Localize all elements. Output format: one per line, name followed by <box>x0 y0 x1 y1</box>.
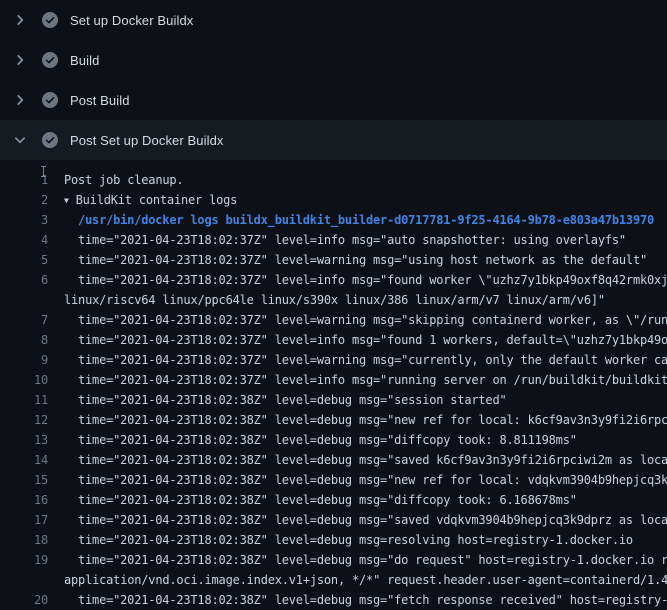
log-line: 20time="2021-04-23T18:02:38Z" level=debu… <box>0 590 667 610</box>
log-text: time="2021-04-23T18:02:38Z" level=debug … <box>48 450 667 470</box>
log-line: 12time="2021-04-23T18:02:38Z" level=debu… <box>0 410 667 430</box>
log-text: time="2021-04-23T18:02:37Z" level=info m… <box>48 230 626 250</box>
log-text: time="2021-04-23T18:02:37Z" level=info m… <box>48 370 667 390</box>
log-line: 7time="2021-04-23T18:02:37Z" level=warni… <box>0 310 667 330</box>
step-title: Post Set up Docker Buildx <box>70 133 224 148</box>
log-text: time="2021-04-23T18:02:38Z" level=debug … <box>48 490 577 510</box>
log-line: 8time="2021-04-23T18:02:37Z" level=info … <box>0 330 667 350</box>
log-line: 9time="2021-04-23T18:02:37Z" level=warni… <box>0 350 667 370</box>
check-circle-icon <box>42 12 58 28</box>
line-number[interactable]: 11 <box>0 390 48 410</box>
log-line: 6time="2021-04-23T18:02:37Z" level=info … <box>0 270 667 290</box>
step-header[interactable]: Post Set up Docker Buildx <box>0 120 667 160</box>
log-text: time="2021-04-23T18:02:38Z" level=debug … <box>48 470 667 490</box>
log-line: 3/usr/bin/docker logs buildx_buildkit_bu… <box>0 210 667 230</box>
line-number[interactable]: 5 <box>0 250 48 270</box>
check-circle-icon <box>42 92 58 108</box>
log-line: 17time="2021-04-23T18:02:38Z" level=debu… <box>0 510 667 530</box>
group-title[interactable]: BuildKit container logs <box>76 193 238 207</box>
line-number[interactable]: 13 <box>0 430 48 450</box>
line-number[interactable]: 8 <box>0 330 48 350</box>
line-number[interactable]: 15 <box>0 470 48 490</box>
line-number[interactable]: 12 <box>0 410 48 430</box>
check-circle-icon <box>42 52 58 68</box>
line-number[interactable]: 19 <box>0 550 48 570</box>
step-header[interactable]: Build <box>0 40 667 80</box>
text-cursor-icon <box>40 166 47 177</box>
log-line: 4time="2021-04-23T18:02:37Z" level=info … <box>0 230 667 250</box>
log-line: 11time="2021-04-23T18:02:38Z" level=debu… <box>0 390 667 410</box>
log-line-continuation: application/vnd.oci.image.index.v1+json,… <box>0 570 667 590</box>
log-text: time="2021-04-23T18:02:38Z" level=debug … <box>48 550 667 570</box>
log-text: linux/riscv64 linux/ppc64le linux/s390x … <box>48 290 605 310</box>
line-number <box>0 290 48 310</box>
log-text: time="2021-04-23T18:02:38Z" level=debug … <box>48 430 577 450</box>
log-line: 5time="2021-04-23T18:02:37Z" level=warni… <box>0 250 667 270</box>
line-number[interactable]: 2 <box>0 190 48 210</box>
step-header[interactable]: Post Build <box>0 80 667 120</box>
step-title: Set up Docker Buildx <box>70 13 193 28</box>
chevron-down-icon[interactable] <box>12 132 28 148</box>
log-line: 2 ▼ BuildKit container logs <box>0 190 667 210</box>
steps-list: Set up Docker Buildx Build Post Build Post … <box>0 0 667 160</box>
log-text: time="2021-04-23T18:02:37Z" level=warnin… <box>48 310 667 330</box>
log-line: 19time="2021-04-23T18:02:38Z" level=debu… <box>0 550 667 570</box>
log-text[interactable]: ▼ BuildKit container logs <box>48 190 237 210</box>
log-text: time="2021-04-23T18:02:37Z" level=warnin… <box>48 350 667 370</box>
log-text: time="2021-04-23T18:02:37Z" level=info m… <box>48 270 667 290</box>
log-line: 16time="2021-04-23T18:02:38Z" level=debu… <box>0 490 667 510</box>
log-text: time="2021-04-23T18:02:37Z" level=warnin… <box>48 250 647 270</box>
log-line: 15time="2021-04-23T18:02:38Z" level=debu… <box>0 470 667 490</box>
line-number <box>0 570 48 590</box>
chevron-right-icon[interactable] <box>12 52 28 68</box>
line-number[interactable]: 9 <box>0 350 48 370</box>
line-number[interactable]: 20 <box>0 590 48 610</box>
line-number[interactable]: 7 <box>0 310 48 330</box>
log-line-continuation: linux/riscv64 linux/ppc64le linux/s390x … <box>0 290 667 310</box>
log-text: time="2021-04-23T18:02:37Z" level=info m… <box>48 330 667 350</box>
step-header[interactable]: Set up Docker Buildx <box>0 0 667 40</box>
log-command-text: /usr/bin/docker logs buildx_buildkit_bui… <box>48 210 654 230</box>
line-number[interactable]: 18 <box>0 530 48 550</box>
log-area: 1Post job cleanup.2 ▼ BuildKit container l… <box>0 160 667 610</box>
line-number[interactable]: 6 <box>0 270 48 290</box>
log-text: application/vnd.oci.image.index.v1+json,… <box>48 570 667 590</box>
chevron-right-icon[interactable] <box>12 92 28 108</box>
check-circle-icon <box>42 132 58 148</box>
line-number[interactable]: 3 <box>0 210 48 230</box>
line-number[interactable]: 10 <box>0 370 48 390</box>
log-text: time="2021-04-23T18:02:38Z" level=debug … <box>48 390 507 410</box>
group-caret-icon[interactable]: ▼ <box>64 191 69 210</box>
log-text: time="2021-04-23T18:02:38Z" level=debug … <box>48 590 667 610</box>
step-title: Build <box>70 53 99 68</box>
log-text: time="2021-04-23T18:02:38Z" level=debug … <box>48 530 633 550</box>
line-number[interactable]: 16 <box>0 490 48 510</box>
log-line: 18time="2021-04-23T18:02:38Z" level=debu… <box>0 530 667 550</box>
chevron-right-icon[interactable] <box>12 12 28 28</box>
log-text: Post job cleanup. <box>48 170 183 190</box>
log-line: 14time="2021-04-23T18:02:38Z" level=debu… <box>0 450 667 470</box>
log-line: 10time="2021-04-23T18:02:37Z" level=info… <box>0 370 667 390</box>
log-text: time="2021-04-23T18:02:38Z" level=debug … <box>48 410 667 430</box>
line-number[interactable]: 14 <box>0 450 48 470</box>
line-number[interactable]: 4 <box>0 230 48 250</box>
log-text: time="2021-04-23T18:02:38Z" level=debug … <box>48 510 667 530</box>
line-number[interactable]: 17 <box>0 510 48 530</box>
log-line: 1Post job cleanup. <box>0 170 667 190</box>
step-title: Post Build <box>70 93 130 108</box>
log-line: 13time="2021-04-23T18:02:38Z" level=debu… <box>0 430 667 450</box>
